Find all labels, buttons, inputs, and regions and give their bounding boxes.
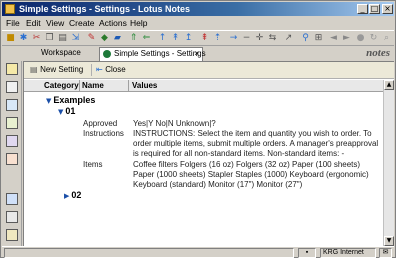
close-tab-icon[interactable]: ×	[194, 48, 199, 60]
database-icon	[103, 50, 111, 58]
new-setting-label: New Setting	[40, 65, 84, 74]
menu-create[interactable]: Create	[69, 18, 95, 28]
highlight-icon[interactable]: ▰	[112, 33, 123, 44]
bookmark-home-icon[interactable]	[6, 63, 18, 75]
minus-icon[interactable]: −	[241, 33, 252, 44]
back-icon[interactable]: ◄	[328, 33, 339, 44]
field-value-items: Coffee filters Folgers (16 oz) Folgers (…	[133, 160, 369, 189]
minimize-button[interactable]: _	[357, 4, 368, 14]
next-icon[interactable]: →	[228, 33, 239, 44]
category-examples-label: Examples	[53, 95, 96, 105]
status-bar: ▪ KRG Internet ✉	[2, 246, 394, 258]
toolbar: ■ ✱ ✂ ❐ ▤ ⇲ ✎ ◆ ▰ ⇑ ⇐ ↑ ↟ ↥ ⇞ ⇡ → − ✛ ⇆ …	[2, 30, 394, 46]
bookmark-bar	[2, 61, 22, 246]
close-view-button[interactable]: ⇤ Close	[91, 64, 126, 76]
menu-help[interactable]: Help	[130, 18, 147, 28]
column-header: Category Name Values	[24, 80, 383, 92]
maximize-button[interactable]: □	[369, 4, 380, 14]
print-icon[interactable]: ⊞	[313, 33, 324, 44]
tab-workspace[interactable]: Workspace	[31, 47, 95, 61]
bookmark-calendar-icon[interactable]	[6, 99, 18, 111]
location-selector[interactable]: KRG Internet	[320, 248, 376, 258]
close-label: Close	[105, 65, 126, 74]
status-message	[4, 248, 294, 258]
category-01[interactable]: ▼ 01	[58, 106, 75, 118]
bold-icon[interactable]: ✎	[86, 33, 97, 44]
stop-icon[interactable]: ●	[355, 33, 366, 44]
lock-icon[interactable]: ▪	[298, 248, 316, 258]
bookmark-mail-icon[interactable]	[6, 81, 18, 93]
menu-view[interactable]: View	[46, 18, 64, 28]
lotus-notes-icon	[5, 4, 15, 14]
bookmark-address-icon[interactable]	[6, 117, 18, 129]
tools-icon[interactable]: ✱	[18, 33, 29, 44]
column-category[interactable]: Category	[44, 81, 79, 91]
field-name-items: Items	[83, 160, 103, 169]
indent-icon[interactable]: ⇐	[141, 33, 152, 44]
action-bar: ▤ New Setting ⇤ Close	[24, 62, 394, 79]
expanded-twisty-icon[interactable]: ▼	[46, 97, 51, 105]
italic-icon[interactable]: ◆	[99, 33, 110, 44]
move-icon[interactable]: ⇡	[212, 33, 223, 44]
new-setting-button[interactable]: ▤ New Setting	[30, 64, 83, 76]
title-bar: Simple Settings - Settings - Lotus Notes…	[2, 2, 394, 16]
menu-bar: File Edit View Create Actions Help	[2, 16, 394, 30]
align-icon[interactable]: ⇑	[128, 33, 139, 44]
bookmark-favorites-icon[interactable]	[6, 211, 18, 223]
expanded-twisty-icon[interactable]: ▼	[58, 108, 63, 116]
field-name-approved: Approved	[83, 119, 118, 128]
field-value-instructions: INSTRUCTIONS: Select the item and quanti…	[133, 129, 379, 158]
field-value-approved: Yes|Y No|N Unknown|?	[133, 119, 216, 128]
vertical-scrollbar[interactable]: ▲ ▼	[383, 80, 394, 246]
mail-status-icon[interactable]: ✉	[379, 248, 392, 258]
copy-icon[interactable]: ❐	[44, 33, 55, 44]
bookmark-replicator-icon[interactable]	[6, 153, 18, 165]
menu-edit[interactable]: Edit	[26, 18, 41, 28]
tools-icon-2[interactable]: ↗	[283, 33, 294, 44]
up-arrow-icon[interactable]: ↑	[157, 33, 168, 44]
column-values[interactable]: Values	[132, 81, 157, 91]
search-icon[interactable]: ⚲	[300, 33, 311, 44]
refresh-arrow-icon[interactable]: ↥	[183, 33, 194, 44]
tab-simple-settings[interactable]: Simple Settings - Settings ×	[99, 47, 206, 61]
link-icon[interactable]: ⇆	[267, 33, 278, 44]
bookmark-more-icon[interactable]	[6, 229, 18, 241]
bookmark-todo-icon[interactable]	[6, 135, 18, 147]
category-02-label: 02	[71, 190, 82, 200]
notes-logo: notes	[366, 47, 390, 59]
exit-icon: ⇤	[96, 65, 106, 74]
view-pane: ▤ New Setting ⇤ Close Category Name Valu…	[23, 61, 394, 246]
menu-file[interactable]: File	[6, 18, 20, 28]
top-arrow-icon[interactable]: ↟	[170, 33, 181, 44]
close-window-button[interactable]: ×	[382, 4, 393, 14]
menu-actions[interactable]: Actions	[99, 18, 127, 28]
scroll-down-icon[interactable]: ▼	[384, 236, 394, 246]
forward-icon[interactable]: ►	[341, 33, 352, 44]
window-title: Simple Settings - Settings - Lotus Notes	[19, 4, 191, 14]
bookmark-databases-icon[interactable]	[6, 193, 18, 205]
reload-icon[interactable]: ↻	[368, 33, 379, 44]
attach-icon[interactable]: ⇞	[199, 33, 210, 44]
category-02[interactable]: ▶ 02	[64, 190, 81, 202]
plus-icon[interactable]: ✛	[254, 33, 265, 44]
collapsed-twisty-icon[interactable]: ▶	[64, 192, 69, 200]
category-01-label: 01	[65, 106, 76, 116]
search-web-icon[interactable]: ⌕	[381, 33, 392, 44]
paste-icon[interactable]: ▤	[57, 33, 68, 44]
cut-icon[interactable]: ✂	[31, 33, 42, 44]
format-icon[interactable]: ⇲	[70, 33, 81, 44]
new-document-icon: ▤	[30, 65, 41, 74]
column-name[interactable]: Name	[82, 81, 104, 91]
field-name-instructions: Instructions	[83, 129, 124, 138]
tab-bar: Workspace Simple Settings - Settings × n…	[23, 46, 394, 61]
folder-icon[interactable]: ■	[5, 33, 16, 44]
tab-simple-settings-label: Simple Settings - Settings	[114, 49, 206, 58]
scroll-up-icon[interactable]: ▲	[384, 80, 394, 90]
notes-window: Simple Settings - Settings - Lotus Notes…	[0, 0, 396, 258]
